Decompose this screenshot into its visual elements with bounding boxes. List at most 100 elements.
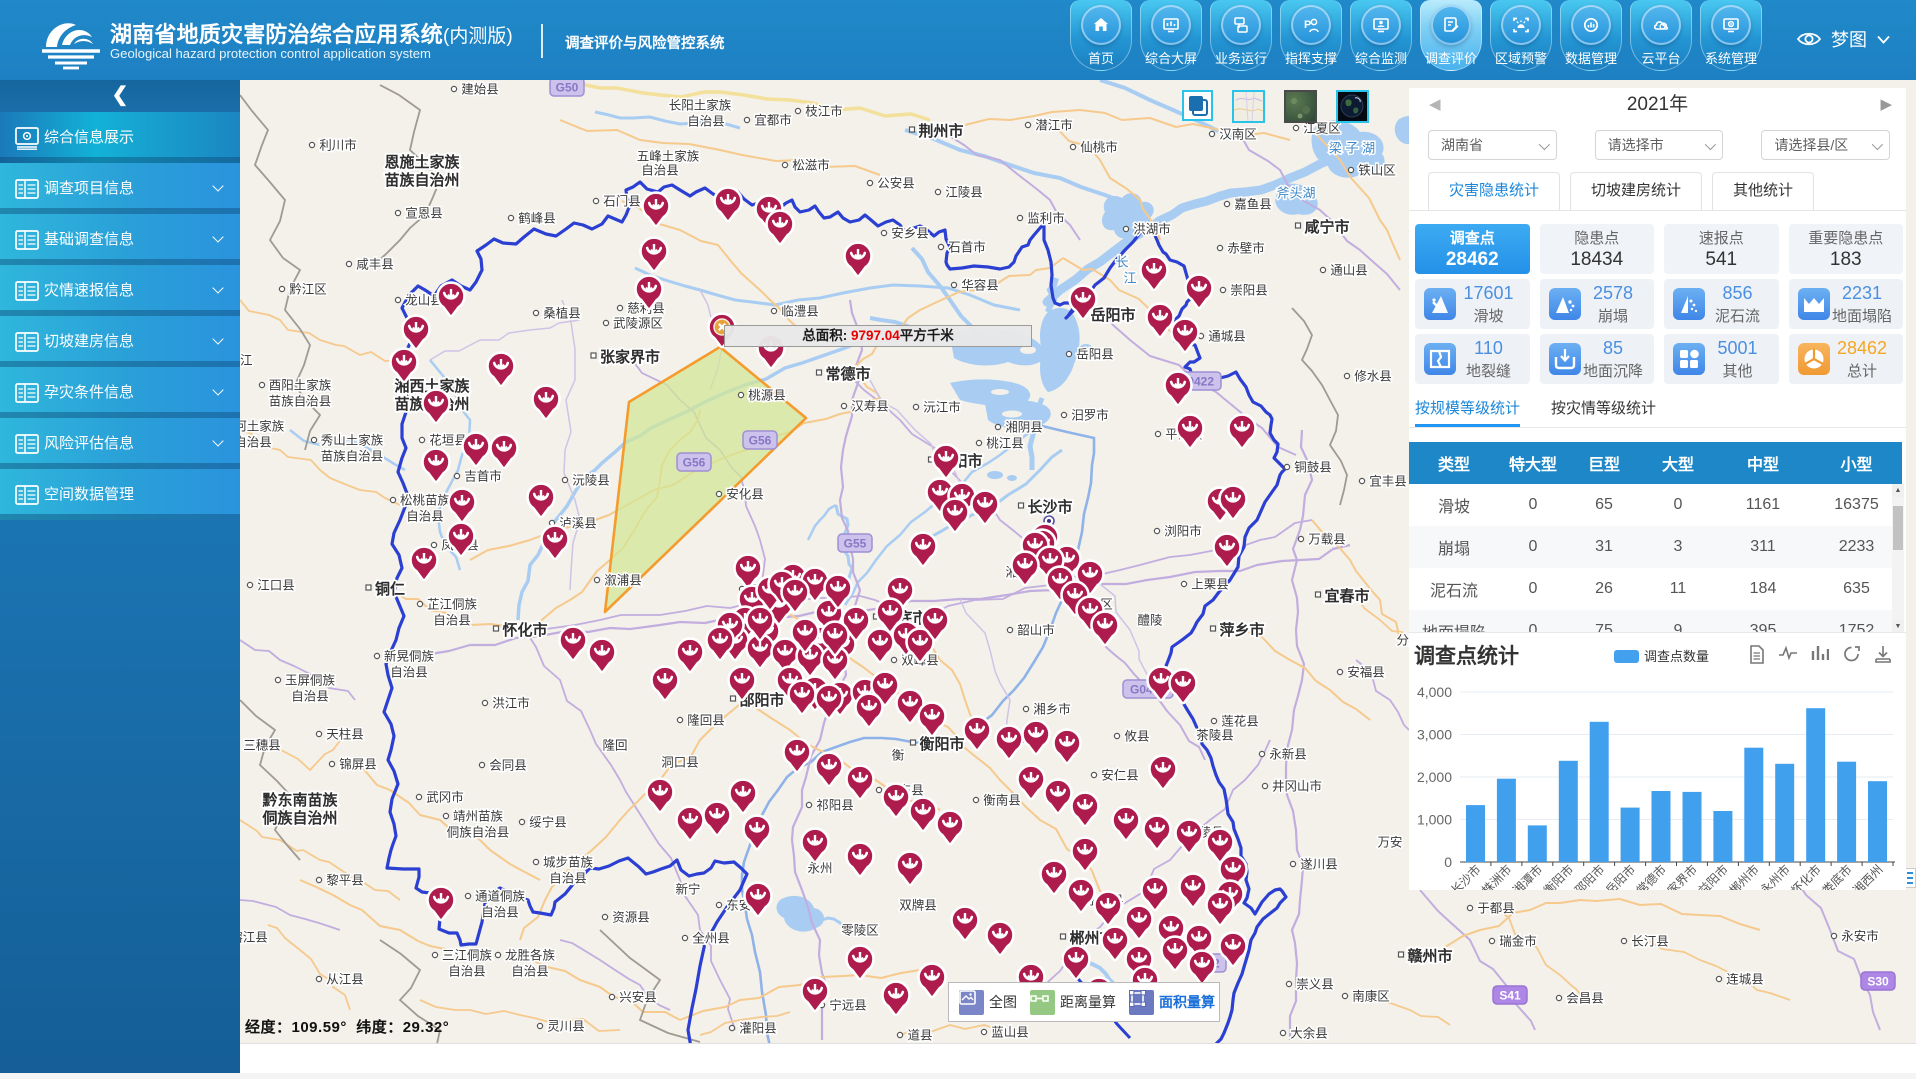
- svg-text:灌阳县: 灌阳县: [739, 1022, 777, 1036]
- svg-text:岳阳县: 岳阳县: [1076, 348, 1114, 362]
- svg-text:邵阳市: 邵阳市: [1571, 862, 1607, 890]
- svg-text:咸宁市: 咸宁市: [1304, 218, 1349, 236]
- svg-text:4,000: 4,000: [1417, 684, 1452, 700]
- svg-text:于都县: 于都县: [1477, 902, 1515, 916]
- svg-text:湘潭市: 湘潭市: [1509, 862, 1545, 890]
- svg-text:株洲市: 株洲市: [1478, 862, 1514, 890]
- svg-text:赣州市: 赣州市: [1407, 947, 1452, 965]
- svg-text:常德市: 常德市: [825, 365, 870, 383]
- svg-text:建始县: 建始县: [461, 83, 499, 97]
- svg-text:兴安县: 兴安县: [619, 990, 657, 1005]
- svg-text:石门县: 石门县: [603, 194, 641, 209]
- svg-text:宜春市: 宜春市: [1324, 587, 1369, 605]
- svg-text:蓝山县: 蓝山县: [991, 1026, 1029, 1040]
- svg-text:苗族自治县: 苗族自治县: [321, 450, 384, 464]
- svg-text:洪江市: 洪江市: [492, 696, 530, 711]
- svg-text:衡南县: 衡南县: [983, 793, 1021, 808]
- svg-text:黔江: 黔江: [240, 353, 253, 368]
- svg-text:潜江市: 潜江市: [1035, 118, 1073, 133]
- svg-text:娄底市: 娄底市: [1819, 862, 1855, 890]
- svg-text:大余县: 大余县: [1290, 1026, 1328, 1041]
- svg-text:沅陵县: 沅陵县: [572, 474, 610, 488]
- svg-text:上栗县: 上栗县: [1191, 578, 1229, 592]
- svg-text:三江侗族: 三江侗族: [442, 949, 493, 963]
- svg-text:灵川县: 灵川县: [547, 1020, 585, 1034]
- svg-text:咸丰县: 咸丰县: [356, 258, 394, 272]
- svg-text:自治县: 自治县: [390, 666, 428, 680]
- svg-text:全州县: 全州县: [692, 931, 730, 946]
- svg-text:会同县: 会同县: [489, 759, 527, 773]
- svg-text:永安市: 永安市: [1841, 929, 1879, 944]
- svg-text:怀化市: 怀化市: [502, 621, 547, 639]
- svg-text:崇义县: 崇义县: [1296, 978, 1334, 992]
- svg-text:醴陵: 醴陵: [1137, 614, 1163, 628]
- svg-text:隆回: 隆回: [602, 738, 627, 753]
- svg-text:侗族自治县: 侗族自治县: [447, 826, 510, 840]
- svg-text:宁远县: 宁远县: [829, 998, 867, 1013]
- svg-text:汨罗市: 汨罗市: [1071, 408, 1109, 423]
- svg-text:长: 长: [1115, 255, 1128, 270]
- svg-text:G56: G56: [683, 456, 706, 470]
- svg-text:武陵源区: 武陵源区: [613, 317, 663, 331]
- svg-text:莲花县: 莲花县: [1221, 714, 1259, 729]
- svg-text:桑植县: 桑植县: [543, 306, 581, 321]
- svg-text:斧头湖: 斧头湖: [1276, 186, 1315, 201]
- svg-text:芷江侗族: 芷江侗族: [427, 598, 478, 612]
- svg-text:攸县: 攸县: [1124, 729, 1149, 744]
- svg-text:通山县: 通山县: [1330, 264, 1368, 278]
- svg-text:江夏区: 江夏区: [1303, 122, 1341, 136]
- svg-text:侗族自治州: 侗族自治州: [261, 809, 337, 827]
- svg-text:南康区: 南康区: [1352, 989, 1390, 1004]
- svg-text:吉首市: 吉首市: [464, 469, 502, 484]
- svg-text:0: 0: [1444, 854, 1452, 870]
- svg-text:新晃侗族: 新晃侗族: [384, 649, 435, 664]
- svg-text:枝江市: 枝江市: [805, 104, 843, 119]
- svg-text:衡阳市: 衡阳市: [919, 735, 964, 753]
- svg-text:新宁: 新宁: [675, 882, 700, 897]
- svg-text:鹤峰县: 鹤峰县: [518, 211, 556, 226]
- svg-text:湘阴县: 湘阴县: [1005, 420, 1043, 435]
- svg-text:浏阳市: 浏阳市: [1164, 524, 1202, 539]
- svg-text:G50: G50: [556, 81, 579, 95]
- svg-text:常德市: 常德市: [1633, 862, 1669, 890]
- svg-text:玉屏侗族: 玉屏侗族: [285, 674, 336, 688]
- svg-text:连城县: 连城县: [1726, 972, 1764, 987]
- svg-text:花垣县: 花垣县: [429, 433, 467, 448]
- svg-text:零陵区: 零陵区: [841, 924, 879, 938]
- svg-text:万载县: 万载县: [1308, 533, 1346, 547]
- svg-text:长沙市: 长沙市: [1027, 498, 1072, 516]
- svg-text:郴州市: 郴州市: [1726, 862, 1762, 890]
- svg-text:江陵县: 江陵县: [945, 186, 983, 200]
- svg-text:永州市: 永州市: [1757, 862, 1793, 890]
- svg-text:利川市: 利川市: [319, 138, 357, 153]
- svg-text:萍乡市: 萍乡市: [1219, 621, 1264, 639]
- svg-text:岳阳市: 岳阳市: [1090, 306, 1135, 324]
- svg-text:恩施土家族: 恩施土家族: [384, 153, 460, 171]
- svg-text:2,000: 2,000: [1417, 769, 1452, 785]
- svg-text:永州: 永州: [807, 862, 832, 876]
- svg-text:安化县: 安化县: [726, 487, 764, 502]
- svg-text:自治县: 自治县: [433, 614, 471, 628]
- svg-text:崇阳县: 崇阳县: [1230, 284, 1268, 298]
- svg-text:江口县: 江口县: [257, 579, 295, 593]
- svg-text:梁 子 湖: 梁 子 湖: [1329, 141, 1375, 156]
- svg-text:隆回县: 隆回县: [687, 713, 725, 728]
- svg-text:自治县: 自治县: [406, 510, 444, 524]
- svg-text:城步苗族: 城步苗族: [543, 856, 594, 870]
- svg-text:天柱县: 天柱县: [326, 727, 364, 742]
- svg-text:湘乡市: 湘乡市: [1033, 702, 1071, 717]
- svg-text:通道侗族: 通道侗族: [475, 890, 526, 904]
- svg-text:黔东南苗族: 黔东南苗族: [262, 791, 338, 809]
- svg-text:洪湖市: 洪湖市: [1133, 222, 1171, 237]
- svg-text:铁山区: 铁山区: [1358, 164, 1396, 178]
- svg-text:怀化市: 怀化市: [1788, 862, 1824, 890]
- svg-text:仙桃市: 仙桃市: [1080, 140, 1118, 155]
- svg-text:安仁县: 安仁县: [1101, 768, 1139, 783]
- svg-text:铜仁: 铜仁: [375, 580, 405, 598]
- svg-text:S30: S30: [1867, 975, 1889, 989]
- svg-text:自治县: 自治县: [448, 965, 486, 979]
- svg-text:苗族自治州: 苗族自治州: [384, 171, 459, 189]
- svg-text:龙胜各族: 龙胜各族: [505, 948, 556, 963]
- svg-text:湘西州: 湘西州: [1850, 862, 1886, 890]
- svg-text:自治县: 自治县: [549, 872, 587, 886]
